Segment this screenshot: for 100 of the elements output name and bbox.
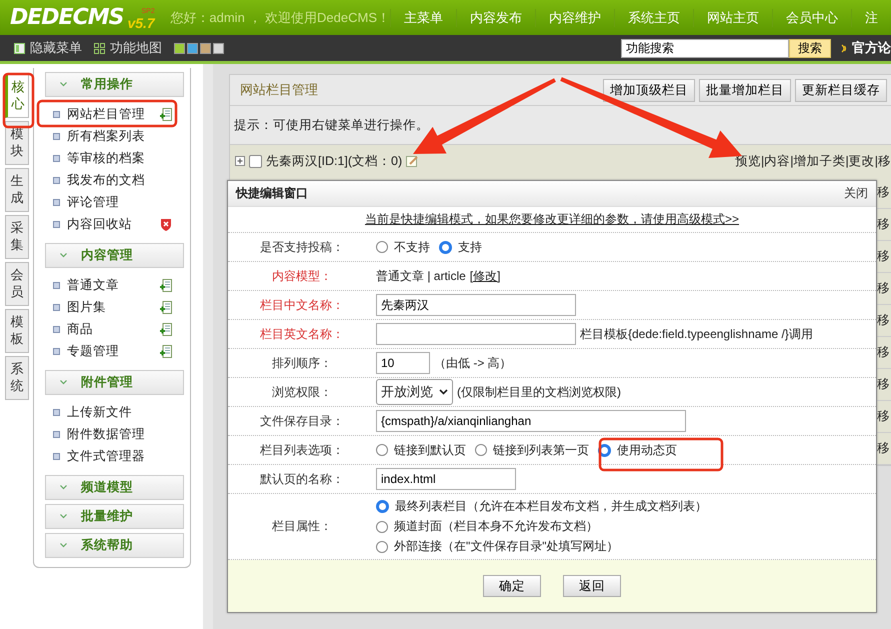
forum-link[interactable]: 官方论	[841, 39, 891, 57]
toolbar-link[interactable]: 隐藏菜单	[14, 39, 82, 57]
menu-item[interactable]: 图片集	[67, 298, 153, 316]
logo: DEDECMS	[10, 5, 124, 30]
menu-group-header[interactable]: 频道模型	[45, 475, 184, 500]
version-label: v5.7	[127, 16, 155, 30]
expand-icon[interactable]	[235, 156, 245, 166]
option-label: 不支持	[394, 238, 430, 256]
menu-group-header[interactable]: 附件管理	[45, 370, 184, 395]
radio-button[interactable]	[376, 241, 388, 253]
radio-button[interactable]	[376, 540, 388, 552]
dialog-button[interactable]: 返回	[563, 575, 621, 597]
add-document-icon[interactable]	[160, 108, 172, 120]
bullet-icon	[53, 430, 60, 438]
radio-button[interactable]	[376, 520, 388, 532]
bullet-icon	[53, 348, 60, 354]
text-field[interactable]: index.html	[376, 468, 516, 490]
caret-icon[interactable]	[439, 389, 448, 395]
shield-delete-icon[interactable]	[160, 218, 172, 230]
text-field[interactable]	[376, 323, 576, 345]
panel-icon[interactable]	[14, 42, 25, 54]
add-document-icon[interactable]	[160, 344, 172, 358]
menu-group-header[interactable]: 常用操作	[45, 72, 184, 97]
side-tab[interactable]: 系统	[5, 356, 29, 400]
row-action-text[interactable]: 移	[877, 376, 891, 393]
radio-button[interactable]	[475, 444, 487, 456]
field-label: 排列顺序：	[271, 354, 333, 372]
option-label: 外部连接（在"文件保存目录"处填写网址）	[394, 538, 619, 555]
row-action-text[interactable]: 移	[877, 248, 891, 265]
theme-swatch[interactable]	[174, 42, 185, 54]
side-tab[interactable]: 模板	[5, 309, 29, 353]
theme-swatch[interactable]	[187, 42, 198, 54]
menu-item[interactable]: 我发布的文档	[67, 172, 153, 188]
row-action-text[interactable]: 移	[877, 216, 891, 233]
radio-button[interactable]	[376, 500, 389, 513]
panel-title: 网站栏目管理	[240, 81, 319, 99]
add-document-icon[interactable]	[160, 322, 172, 336]
theme-swatch[interactable]	[200, 42, 211, 54]
option-label: 最终列表栏目（允许在本栏目发布文档，并生成文档列表）	[395, 498, 707, 515]
toolbar-button[interactable]: 更新栏目缓存	[795, 78, 887, 102]
bullet-icon	[53, 198, 60, 206]
add-document-icon[interactable]	[160, 278, 172, 292]
side-tab[interactable]: 生成	[5, 168, 29, 212]
field-label: 是否支持投稿：	[259, 238, 345, 256]
row-action-text[interactable]: 移	[877, 184, 891, 201]
radio-button[interactable]	[439, 240, 452, 254]
side-tab[interactable]: 采集	[5, 215, 29, 259]
text-field[interactable]: 10	[376, 352, 430, 374]
option-label: 链接到列表第一页	[493, 442, 589, 458]
side-tab[interactable]: 会员	[5, 262, 29, 306]
theme-swatch[interactable]	[213, 42, 224, 54]
row-action-text[interactable]: 移	[877, 280, 891, 297]
close-link[interactable]: 关闭	[844, 185, 868, 202]
text-field[interactable]: {cmspath}/a/xianqinlianghan	[376, 410, 686, 432]
option-label: 支持	[458, 238, 482, 256]
row-action-text[interactable]: 移	[877, 344, 891, 361]
side-tab[interactable]: 模块	[5, 121, 29, 165]
grid-icon[interactable]	[94, 42, 105, 54]
permission-select[interactable]: 开放浏览	[376, 379, 453, 405]
side-tab[interactable]: 核心	[5, 74, 29, 118]
menu-group-header[interactable]: 系统帮助	[45, 533, 184, 558]
field-note: (仅限制栏目里的文档浏览权限)	[457, 384, 621, 400]
field-label: 默认页的名称：	[259, 470, 345, 488]
chevron-icon[interactable]	[60, 514, 67, 519]
menu-group-header[interactable]: 内容管理	[45, 243, 184, 268]
search-field[interactable]: 功能搜索	[621, 38, 789, 58]
chevron-icon[interactable]	[60, 82, 67, 87]
edit-link[interactable]: [修改]	[470, 268, 500, 284]
edit-icon[interactable]	[406, 155, 418, 167]
menu-item[interactable]: 普通文章	[67, 276, 153, 294]
toolbar-button[interactable]: 增加顶级栏目	[603, 78, 695, 102]
bullet-icon	[53, 452, 60, 460]
menu-item[interactable]: 等审核的档案	[67, 150, 153, 166]
chevron-icon[interactable]	[60, 380, 67, 385]
checkbox[interactable]	[249, 154, 262, 168]
menu-item[interactable]: 内容回收站	[67, 216, 153, 232]
menu-group-header[interactable]: 批量维护	[45, 504, 184, 529]
menu-item[interactable]: 附件数据管理	[67, 426, 153, 442]
search-button[interactable]: 搜索	[789, 38, 831, 58]
toolbar-button[interactable]: 批量增加栏目	[699, 78, 791, 102]
chevron-icon[interactable]	[60, 485, 67, 490]
row-action-text[interactable]: 移	[877, 440, 891, 457]
menu-item[interactable]: 网站栏目管理	[67, 106, 153, 122]
toolbar-link[interactable]: 功能地图	[94, 39, 162, 57]
dialog-button[interactable]: 确定	[483, 575, 541, 597]
menu-item[interactable]: 文件式管理器	[67, 448, 153, 464]
chevron-icon[interactable]	[60, 253, 67, 258]
menu-item[interactable]: 评论管理	[67, 194, 153, 210]
menu-item[interactable]: 上传新文件	[67, 404, 153, 420]
feed-icon[interactable]	[841, 44, 847, 52]
menu-item[interactable]: 专题管理	[67, 342, 153, 360]
text-field[interactable]: 先秦两汉	[376, 294, 576, 316]
row-action-text[interactable]: 移	[877, 408, 891, 425]
radio-button[interactable]	[376, 444, 388, 456]
advanced-mode-link[interactable]: 当前是快捷编辑模式，如果您要修改更详细的参数，请使用高级模式>>	[364, 211, 739, 228]
menu-item[interactable]: 商品	[67, 320, 153, 338]
row-action-text[interactable]: 移	[877, 312, 891, 329]
menu-item[interactable]: 所有档案列表	[67, 128, 153, 144]
add-document-icon[interactable]	[160, 300, 172, 314]
chevron-icon[interactable]	[60, 543, 67, 548]
